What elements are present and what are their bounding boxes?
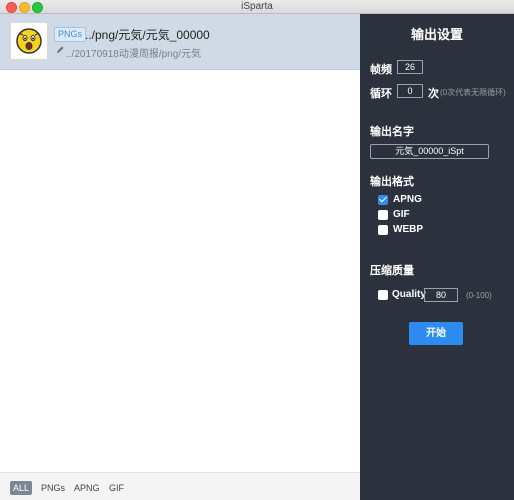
filter-apng-button[interactable]: APNG <box>74 481 100 495</box>
emoji-face-icon <box>16 28 42 54</box>
output-name-label: 输出名字 <box>370 126 414 138</box>
file-thumbnail <box>10 22 48 60</box>
quality-checkbox[interactable] <box>378 290 388 300</box>
edit-pencil-icon[interactable] <box>56 46 64 54</box>
quality-option-label: Quality <box>392 289 426 300</box>
output-name-input[interactable]: 元気_00000_iSpt <box>370 144 489 159</box>
webp-option-label: WEBP <box>393 224 423 235</box>
file-list-panel: PNGs ../png/元気/元気_00000 ../20170918动漫周报/… <box>0 14 360 500</box>
settings-heading: 输出设置 <box>410 27 463 42</box>
quality-range-hint: (0-100) <box>466 291 492 300</box>
filter-bar: ALL PNGs APNG GIF <box>0 472 360 500</box>
compression-quality-label: 压缩质量 <box>370 265 414 277</box>
loop-unit: 次 <box>428 88 439 100</box>
apng-option-label: APNG <box>393 194 422 205</box>
filter-gif-button[interactable]: GIF <box>109 481 124 495</box>
output-settings-panel: 输出设置 帧频 26 循环 0 次 (0次代表无限循环) 输出名字 元気_000… <box>360 14 514 500</box>
window-title: iSparta <box>241 1 273 12</box>
fps-label: 帧频 <box>370 64 392 76</box>
file-type-badge: PNGs <box>54 27 87 42</box>
filter-pngs-button[interactable]: PNGs <box>41 481 65 495</box>
filter-all-button[interactable]: ALL <box>10 481 33 495</box>
gif-checkbox[interactable] <box>378 210 388 220</box>
title-bar: iSparta <box>0 0 514 14</box>
fps-input[interactable]: 26 <box>397 60 423 74</box>
start-button[interactable]: 开始 <box>409 322 463 345</box>
file-list-item[interactable]: PNGs ../png/元気/元気_00000 ../20170918动漫周报/… <box>0 14 360 70</box>
loop-hint: (0次代表无限循环) <box>440 88 506 97</box>
loop-label: 循环 <box>370 88 392 100</box>
file-directory-path: ../20170918动漫周报/png/元気 <box>66 49 202 60</box>
output-format-label: 输出格式 <box>370 176 414 188</box>
file-path: ../png/元気/元気_00000 <box>85 28 210 42</box>
gif-option-label: GIF <box>393 209 410 220</box>
quality-input[interactable]: 80 <box>424 288 458 302</box>
loop-input[interactable]: 0 <box>397 84 423 98</box>
apng-checkbox[interactable] <box>378 195 388 205</box>
webp-checkbox[interactable] <box>378 225 388 235</box>
